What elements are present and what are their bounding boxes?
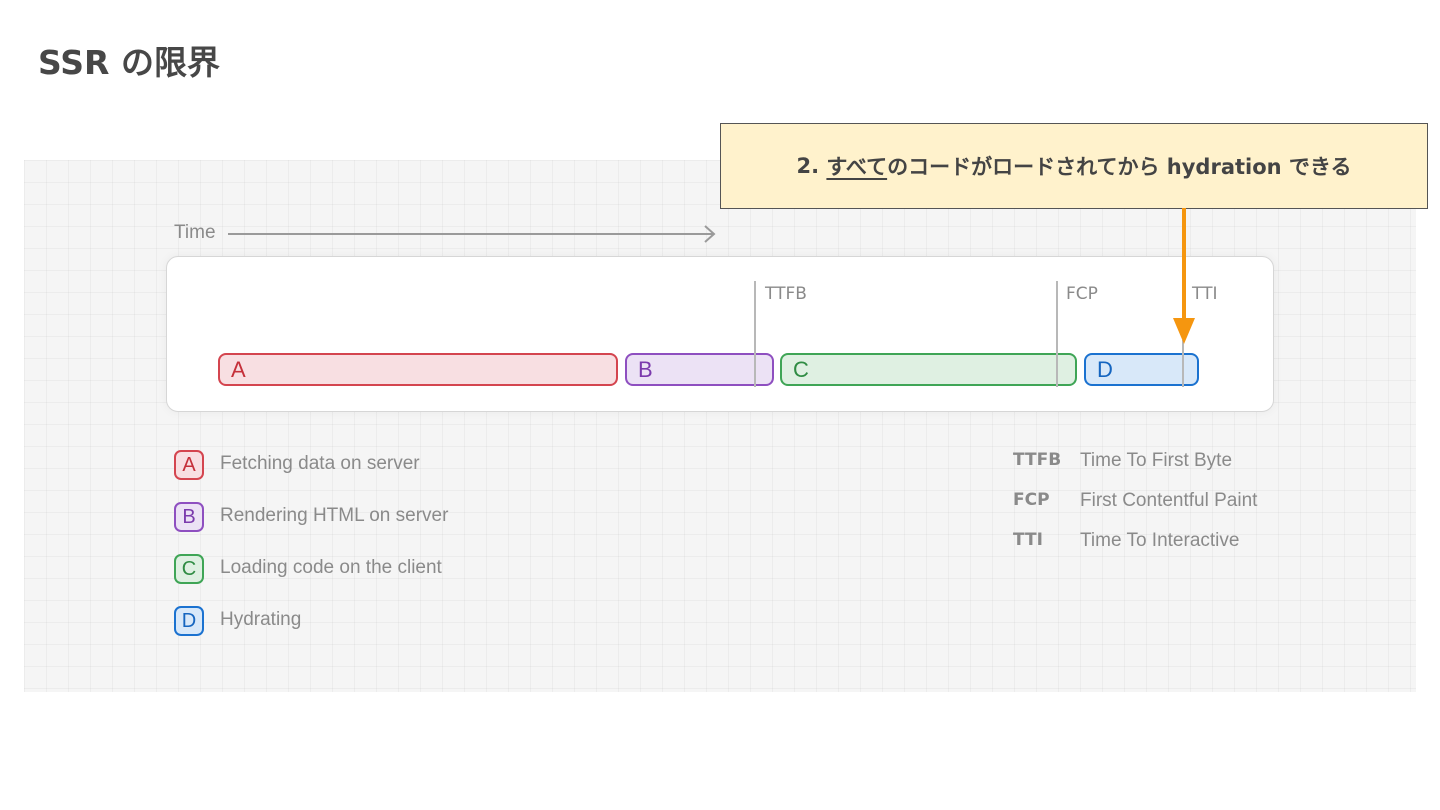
time-axis-label: Time bbox=[174, 222, 216, 243]
callout-arrow-icon bbox=[1173, 208, 1195, 344]
timeline-panel bbox=[166, 256, 1274, 412]
abbr-def-fcp: First Contentful Paint bbox=[1080, 490, 1258, 511]
fcp-marker-label: FCP bbox=[1066, 284, 1098, 304]
legend-key-b: B bbox=[174, 502, 204, 532]
legend-label-d: Hydrating bbox=[220, 609, 302, 630]
abbr-def-ttfb: Time To First Byte bbox=[1080, 450, 1233, 471]
legend-key-d: D bbox=[174, 606, 204, 636]
bar-fetching-data: A bbox=[218, 353, 618, 386]
abbr-term-ttfb: TTFB bbox=[1013, 450, 1062, 470]
legend-label-b: Rendering HTML on server bbox=[220, 505, 449, 526]
bar-loading-code: C bbox=[780, 353, 1077, 386]
slide-title: SSR の限界 bbox=[38, 43, 220, 82]
ttfb-marker-label: TTFB bbox=[765, 284, 807, 304]
callout-text: のコードがロードされてから hydration できる bbox=[887, 155, 1352, 179]
ttfb-marker-line bbox=[754, 281, 756, 387]
bar-rendering-html: B bbox=[625, 353, 774, 386]
legend-key-c: C bbox=[174, 554, 204, 584]
fcp-marker-line bbox=[1056, 281, 1058, 387]
callout-prefix: 2. bbox=[796, 154, 827, 178]
legend-label-a: Fetching data on server bbox=[220, 453, 420, 474]
legend-key-a: A bbox=[174, 450, 204, 480]
abbr-term-fcp: FCP bbox=[1013, 490, 1050, 510]
legend-label-c: Loading code on the client bbox=[220, 557, 442, 578]
callout-underlined-text: すべて bbox=[826, 155, 888, 179]
callout-box: 2. すべて のコードがロードされてから hydration できる bbox=[720, 123, 1428, 209]
abbr-def-tti: Time To Interactive bbox=[1080, 530, 1240, 551]
abbr-term-tti: TTI bbox=[1013, 530, 1043, 550]
time-arrow-icon bbox=[228, 225, 716, 243]
